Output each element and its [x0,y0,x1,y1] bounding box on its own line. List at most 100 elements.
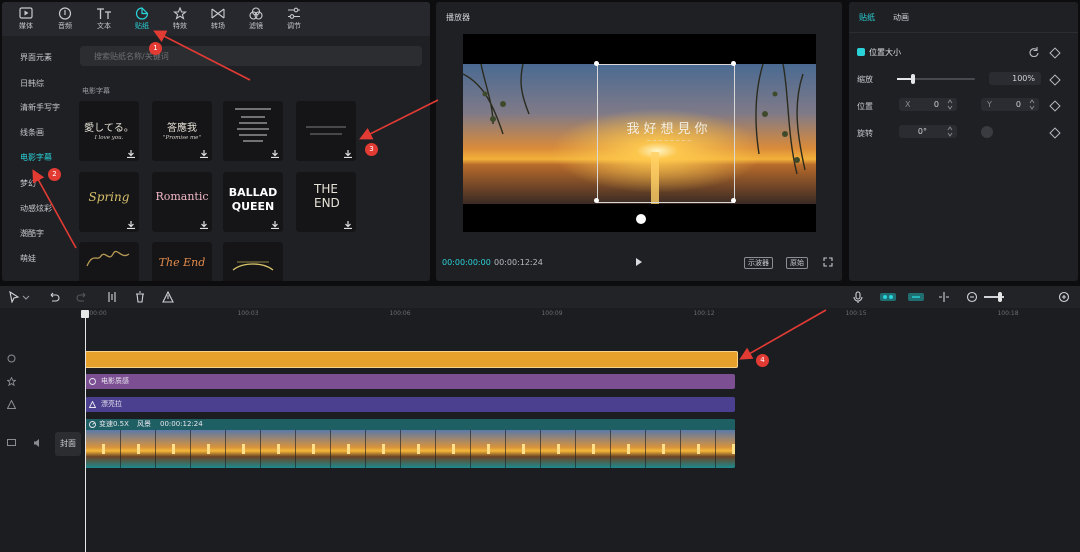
original-ratio-button[interactable]: 原始 [786,257,808,269]
resize-handle[interactable] [731,61,736,66]
category-item[interactable]: 潮酷字 [20,228,44,239]
category-item[interactable]: 线条画 [20,127,44,138]
step-badge: 2 [48,168,61,181]
sticker-art [86,250,130,267]
filter-clip[interactable]: 漂亮拉 [85,397,735,412]
keyframe-icon[interactable] [1049,47,1061,59]
tab-adjust[interactable]: 调节 [276,2,312,36]
keyframe-icon[interactable] [1049,127,1061,139]
sticker-thumb[interactable]: 答應我 "Promise me" [152,101,212,161]
category-item[interactable]: 动感炫彩 [20,203,52,214]
scale-value: 100% [1012,74,1035,83]
sticker-thumb[interactable]: The End [152,242,212,281]
split-icon[interactable] [106,291,118,303]
video-clip[interactable]: 变速0.5X 风景 00:00:12:24 [85,419,735,468]
download-icon[interactable] [200,150,208,158]
cover-button[interactable]: 封面 [55,432,81,456]
magnet-snap-icon[interactable] [880,291,896,303]
stepper-icon[interactable] [1029,99,1035,110]
position-y-input[interactable]: Y 0 [981,98,1039,111]
resize-handle[interactable] [731,198,736,203]
scale-input[interactable]: 100% [989,72,1041,85]
keyframe-icon[interactable] [1049,74,1061,86]
download-icon[interactable] [127,221,135,229]
sticker-thumb[interactable] [79,242,139,281]
download-icon[interactable] [344,221,352,229]
scale-slider[interactable] [897,74,975,84]
category-item[interactable]: 萌娃 [20,253,36,264]
tab-text[interactable]: 文本 [86,2,122,36]
sticker-art [235,108,271,142]
delete-icon[interactable] [134,291,146,303]
tab-media[interactable]: 媒体 [8,2,44,36]
sticker-thumb[interactable] [223,242,283,281]
sticker-thumb[interactable] [296,101,356,161]
download-icon[interactable] [271,221,279,229]
freeze-icon[interactable] [162,291,174,303]
linkage-icon[interactable] [908,291,924,303]
tab-sticker[interactable]: 贴纸 [124,2,160,36]
category-item-active[interactable]: 电影字幕 [20,152,52,163]
reset-icon[interactable] [1029,47,1039,57]
playhead[interactable] [85,310,86,552]
tab-transition-label: 转场 [211,22,225,30]
rotate-input[interactable]: 0° [899,125,957,138]
waveform-button[interactable]: 示波器 [744,257,773,269]
stepper-icon[interactable] [947,126,953,137]
rotate-handle-icon[interactable] [636,214,646,224]
category-item[interactable]: 梦幻 [20,178,36,189]
speaker-icon[interactable] [33,438,43,448]
sticker-thumb[interactable]: BALLAD QUEEN [223,172,283,232]
video-preview[interactable]: 我好想見你 ~ ~ ~ ~ ~ ~ ~ ~ [463,34,816,232]
play-icon[interactable] [636,258,642,266]
position-x-input[interactable]: X 0 [899,98,957,111]
select-cursor-icon[interactable] [8,291,20,303]
tab-audio-label: 音频 [58,22,72,30]
sticker-track-icon [7,354,16,363]
tab-filter[interactable]: 滤镜 [238,2,274,36]
redo-icon[interactable] [76,291,88,303]
sticker-thumb[interactable]: THE END [296,172,356,232]
zoom-slider-knob[interactable] [998,292,1002,302]
sticker-thumb[interactable]: Spring [79,172,139,232]
category-item[interactable]: 清新手写字 [20,102,60,113]
rotation-dial-icon[interactable] [981,126,993,138]
download-icon[interactable] [127,150,135,158]
tab-effects[interactable]: 特效 [162,2,198,36]
stepper-icon[interactable] [947,99,953,110]
tab-sticker-props[interactable]: 贴纸 [859,12,875,23]
sticker-sub-text: I love you. [94,135,124,141]
scale-slider-knob[interactable] [910,74,915,84]
download-icon[interactable] [200,221,208,229]
download-icon[interactable] [271,150,279,158]
undo-icon[interactable] [48,291,60,303]
playhead-handle[interactable] [81,310,89,318]
download-icon[interactable] [344,150,352,158]
keyframe-icon[interactable] [1049,100,1061,112]
resize-handle[interactable] [594,61,599,66]
filter-icon [249,7,263,20]
microphone-icon[interactable] [852,291,864,303]
sticker-search-box[interactable] [80,46,422,66]
sticker-clip[interactable] [85,351,738,368]
timeline-panel: 00:00 100:03 100:06 100:09 100:12 100:15… [0,286,1080,552]
preview-axis-icon[interactable] [938,291,950,303]
category-item[interactable]: 界面元素 [20,52,52,63]
effect-clip[interactable]: 电影质感 [85,374,735,389]
zoom-in-icon[interactable] [1058,291,1070,303]
tab-animation[interactable]: 动画 [893,12,909,23]
player-title: 播放器 [446,13,470,22]
sticker-thumb[interactable] [223,101,283,161]
position-size-checkbox[interactable] [857,48,865,56]
fullscreen-icon[interactable] [823,257,833,267]
tab-audio[interactable]: 音频 [47,2,83,36]
section-title: 位置大小 [869,48,901,57]
category-item[interactable]: 日韩综 [20,78,44,89]
sticker-search-input[interactable] [92,46,416,66]
sticker-thumb[interactable]: 愛してる。 I love you. [79,101,139,161]
sticker-thumb[interactable]: Romantic [152,172,212,232]
tab-transition[interactable]: 转场 [200,2,236,36]
resize-handle[interactable] [594,198,599,203]
chevron-down-icon[interactable] [22,291,30,303]
zoom-out-icon[interactable] [966,291,978,303]
